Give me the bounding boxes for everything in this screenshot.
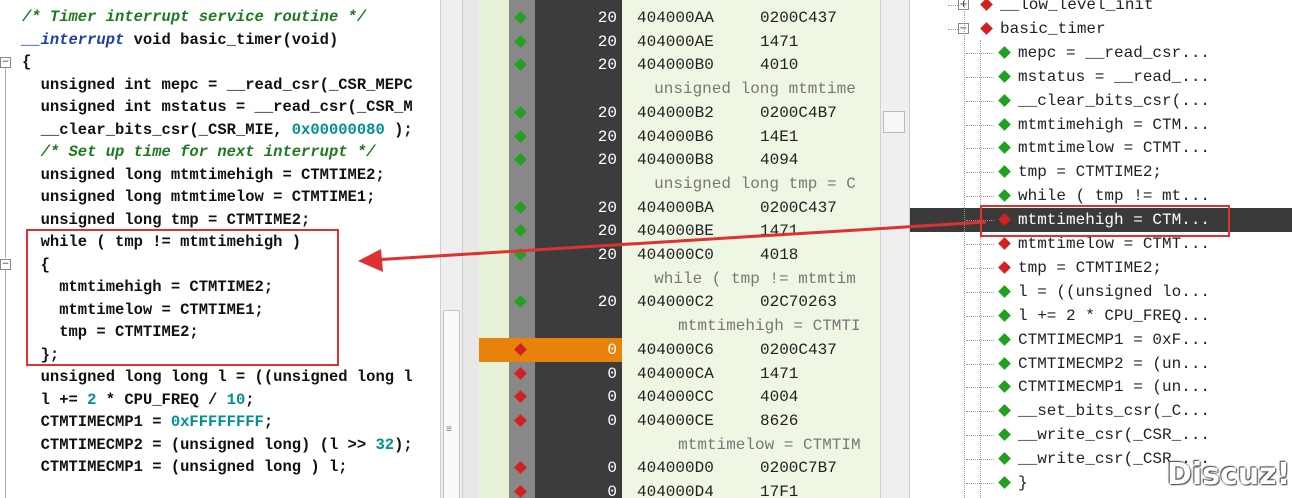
watermark: Discuz! [1167, 457, 1291, 492]
arrow-head [358, 249, 383, 272]
annotation-arrow [358, 220, 987, 272]
arrow-line [371, 220, 987, 262]
